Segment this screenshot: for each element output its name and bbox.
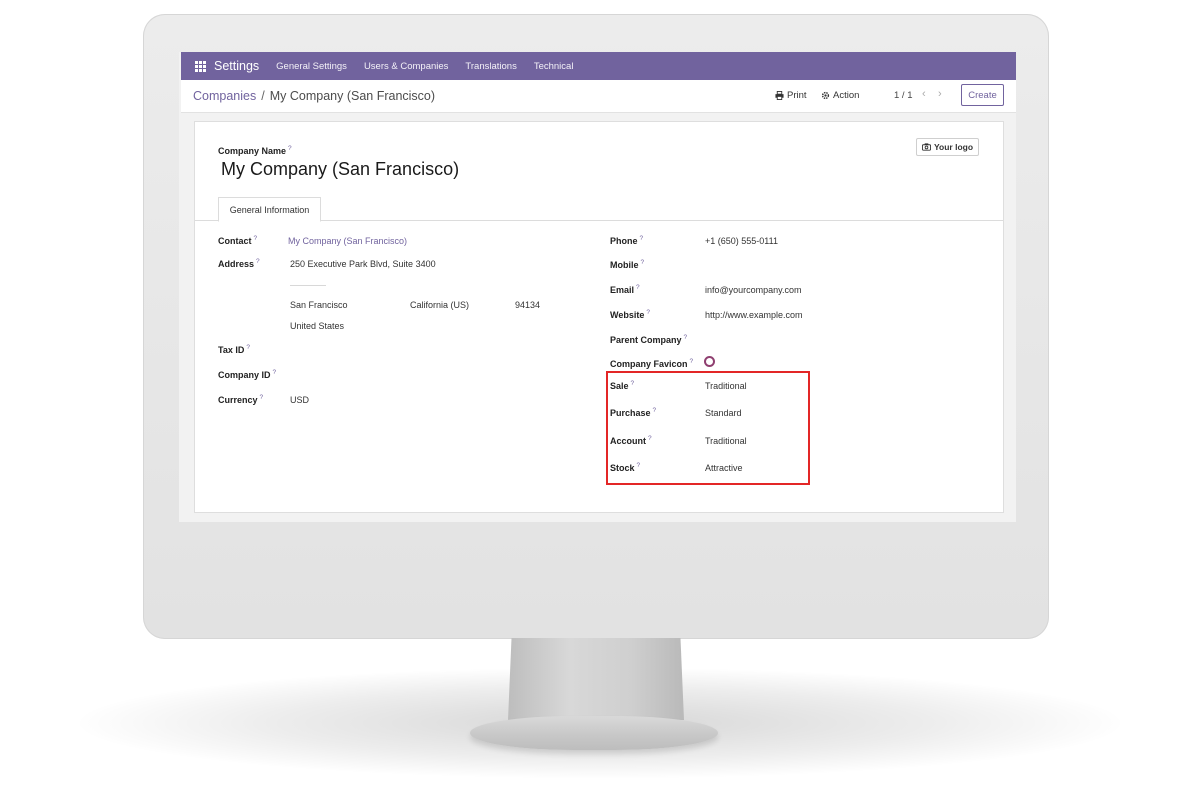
mobile-label-text: Mobile — [610, 260, 639, 270]
help-tooltip-icon[interactable]: ? — [641, 259, 645, 266]
help-tooltip-icon[interactable]: ? — [254, 235, 258, 242]
help-tooltip-icon[interactable]: ? — [636, 284, 640, 291]
app-brand[interactable]: Settings — [214, 59, 259, 73]
help-tooltip-icon[interactable]: ? — [260, 394, 264, 401]
state-field[interactable]: California (US) — [410, 300, 469, 310]
action-label: Action — [833, 90, 860, 101]
tax-id-label-text: Tax ID — [218, 345, 245, 355]
currency-label: Currency? — [218, 394, 263, 405]
company-logo-button[interactable]: Your logo — [916, 138, 980, 156]
tax-id-label: Tax ID? — [218, 344, 250, 355]
website-label: Website? — [610, 309, 650, 320]
company-name-label-text: Company Name — [218, 146, 287, 156]
help-tooltip-icon[interactable]: ? — [684, 334, 688, 341]
print-label: Print — [787, 90, 807, 101]
company-id-label-text: Company ID — [218, 370, 271, 380]
monitor-stand-base — [470, 716, 718, 750]
country-field[interactable]: United States — [290, 321, 344, 331]
breadcrumb-companies-link[interactable]: Companies — [193, 89, 256, 103]
print-button[interactable]: Print — [775, 90, 807, 101]
breadcrumb: Companies / My Company (San Francisco) — [193, 89, 435, 103]
help-tooltip-icon[interactable]: ? — [246, 344, 250, 351]
email-field[interactable]: info@yourcompany.com — [705, 285, 802, 295]
currency-field[interactable]: USD — [290, 395, 309, 405]
contact-label: Contact? — [218, 235, 257, 246]
zip-field[interactable]: 94134 — [515, 300, 540, 310]
currency-label-text: Currency — [218, 395, 258, 405]
highlight-annotation-box — [606, 371, 810, 485]
action-button[interactable]: Action — [821, 90, 859, 101]
control-panel: Companies / My Company (San Francisco) Pri… — [181, 80, 1016, 113]
help-tooltip-icon[interactable]: ? — [273, 369, 277, 376]
street-field[interactable]: 250 Executive Park Blvd, Suite 3400 — [290, 259, 436, 269]
pager-value[interactable]: 1 / 1 — [894, 90, 913, 101]
company-name-field[interactable]: My Company (San Francisco) — [221, 159, 459, 180]
create-button[interactable]: Create — [961, 84, 1004, 106]
help-tooltip-icon[interactable]: ? — [640, 235, 644, 242]
apps-grid-icon[interactable] — [195, 60, 206, 72]
phone-label: Phone? — [610, 235, 643, 246]
logo-button-label: Your logo — [934, 142, 974, 152]
company-favicon-label: Company Favicon? — [610, 358, 693, 369]
address-label-text: Address — [218, 259, 255, 269]
phone-label-text: Phone — [610, 236, 638, 246]
menu-technical[interactable]: Technical — [534, 61, 574, 72]
menu-general-settings[interactable]: General Settings — [276, 61, 347, 72]
parent-company-label-text: Parent Company — [610, 335, 682, 345]
company-favicon-image[interactable] — [704, 356, 715, 367]
contact-field[interactable]: My Company (San Francisco) — [288, 236, 407, 246]
breadcrumb-separator: / — [261, 89, 265, 103]
company-form-sheet: Company Name? My Company (San Francisco)… — [194, 121, 1004, 513]
help-tooltip-icon[interactable]: ? — [288, 145, 292, 152]
monitor-screen: Settings General Settings Users & Compan… — [179, 52, 1016, 522]
pager-next-button[interactable]: › — [938, 88, 942, 100]
menu-users-companies[interactable]: Users & Companies — [364, 61, 448, 72]
website-field[interactable]: http://www.example.com — [705, 310, 803, 320]
website-label-text: Website — [610, 310, 645, 320]
street2-field[interactable] — [290, 285, 326, 286]
print-icon — [775, 91, 784, 100]
contact-label-text: Contact — [218, 236, 252, 246]
city-field[interactable]: San Francisco — [290, 300, 348, 310]
email-label-text: Email — [610, 285, 635, 295]
address-label: Address? — [218, 258, 260, 269]
company-id-label: Company ID? — [218, 369, 276, 380]
mobile-label: Mobile? — [610, 259, 644, 270]
phone-field[interactable]: +1 (650) 555-0111 — [705, 236, 778, 246]
email-label: Email? — [610, 284, 640, 295]
help-tooltip-icon[interactable]: ? — [690, 358, 694, 365]
breadcrumb-current: My Company (San Francisco) — [269, 89, 436, 103]
company-favicon-label-text: Company Favicon — [610, 359, 688, 369]
top-navbar: Settings General Settings Users & Compan… — [181, 52, 1016, 80]
monitor-stand-neck — [508, 638, 684, 720]
help-tooltip-icon[interactable]: ? — [646, 309, 650, 316]
tab-general-information[interactable]: General Information — [218, 197, 321, 222]
help-tooltip-icon[interactable]: ? — [256, 258, 260, 265]
gear-icon — [821, 91, 830, 100]
camera-icon — [922, 143, 931, 151]
pager-prev-button[interactable]: ‹ — [922, 88, 926, 100]
parent-company-label: Parent Company? — [610, 334, 687, 345]
menu-translations[interactable]: Translations — [465, 61, 516, 72]
company-name-label: Company Name? — [218, 145, 292, 156]
